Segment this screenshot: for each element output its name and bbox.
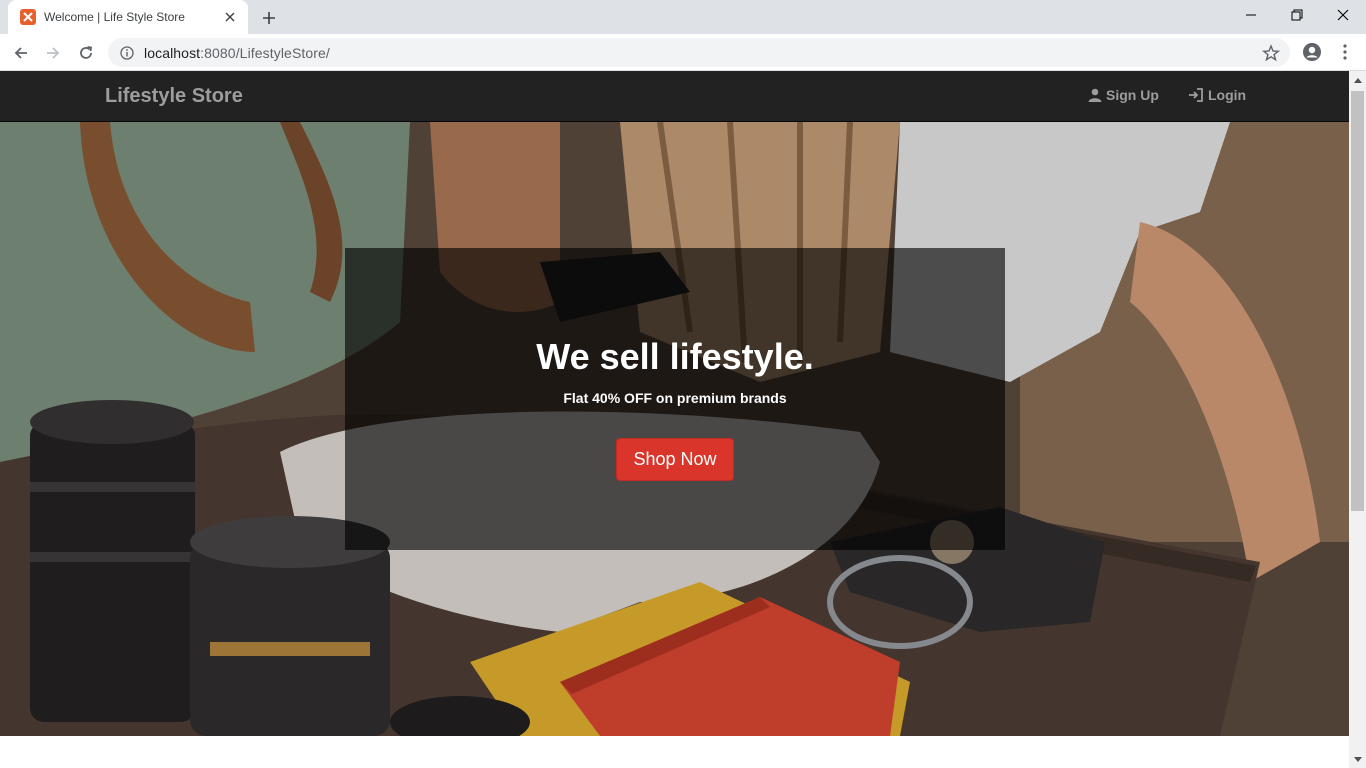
browser-tab-strip: Welcome | Life Style Store: [0, 0, 1366, 34]
reload-icon[interactable]: [73, 40, 99, 66]
hero-subheadline: Flat 40% OFF on premium brands: [563, 390, 787, 406]
minimize-icon[interactable]: [1228, 0, 1274, 30]
close-icon[interactable]: [222, 9, 238, 25]
hero-banner: We sell lifestyle. Flat 40% OFF on premi…: [0, 122, 1349, 736]
user-icon: [1088, 88, 1102, 102]
xampp-favicon-icon: [20, 9, 36, 25]
close-window-icon[interactable]: [1320, 0, 1366, 30]
signup-link[interactable]: Sign Up: [1088, 87, 1159, 103]
forward-icon[interactable]: [40, 40, 66, 66]
login-link[interactable]: Login: [1188, 87, 1246, 103]
address-bar[interactable]: localhost:8080/LifestyleStore/: [108, 38, 1290, 67]
site-navbar: Lifestyle Store Sign Up Login: [0, 71, 1349, 122]
login-icon: [1188, 88, 1204, 102]
hero-overlay-panel: We sell lifestyle. Flat 40% OFF on premi…: [345, 248, 1005, 550]
scroll-down-arrow-icon[interactable]: [1349, 751, 1366, 768]
signup-label: Sign Up: [1106, 87, 1159, 103]
back-icon[interactable]: [8, 40, 34, 66]
hero-headline: We sell lifestyle.: [536, 336, 814, 377]
account-icon[interactable]: [1300, 40, 1324, 64]
login-label: Login: [1208, 87, 1247, 103]
shop-now-button[interactable]: Shop Now: [616, 438, 734, 481]
restore-icon[interactable]: [1274, 0, 1320, 30]
page-viewport: Lifestyle Store Sign Up Login We sell li…: [0, 71, 1349, 768]
tab-title: Welcome | Life Style Store: [44, 10, 185, 24]
url-text: localhost:8080/LifestyleStore/: [144, 44, 330, 61]
scroll-thumb[interactable]: [1351, 91, 1364, 511]
page-scrollbar[interactable]: [1349, 71, 1366, 768]
browser-toolbar: localhost:8080/LifestyleStore/: [0, 34, 1366, 71]
brand-logo-link[interactable]: Lifestyle Store: [105, 85, 243, 108]
browser-tab[interactable]: Welcome | Life Style Store: [8, 0, 248, 34]
plus-icon[interactable]: [258, 7, 280, 29]
info-icon[interactable]: [120, 45, 134, 60]
scroll-up-arrow-icon[interactable]: [1349, 71, 1366, 88]
kebab-menu-icon[interactable]: [1333, 40, 1357, 64]
star-icon[interactable]: [1261, 44, 1281, 62]
